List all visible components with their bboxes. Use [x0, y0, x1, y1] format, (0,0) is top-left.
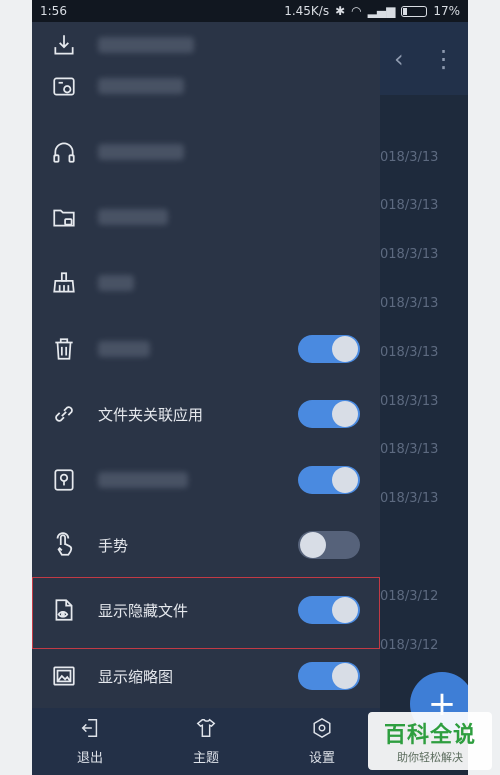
theme-label: 主题	[192, 751, 219, 766]
safe-box-toggle[interactable]	[298, 466, 360, 494]
menu-item-cleaner[interactable]	[32, 254, 380, 312]
background-date: 018/3/13	[380, 198, 439, 213]
blurred-label	[98, 472, 188, 488]
menu-item-folder-association[interactable]: 文件夹关联应用	[32, 385, 380, 443]
link-icon	[50, 400, 78, 428]
watermark-title: 百科全说	[383, 723, 476, 748]
menu-item-label: 显示缩略图	[98, 667, 174, 686]
settings-button[interactable]: 设置	[264, 708, 380, 775]
blurred-label	[98, 37, 194, 53]
menu-item-sd-card[interactable]	[32, 57, 380, 115]
menu-item-gesture[interactable]: 手势	[32, 516, 380, 574]
navigation-drawer: 文件夹关联应用 手势 显示隐藏文件 显示缩略图 退出 主题 设置	[32, 22, 380, 775]
menu-item-recycle-bin[interactable]	[32, 320, 380, 378]
hidden-file-icon	[50, 596, 78, 624]
watermark-logo: 百科全说 助你轻松解决	[368, 712, 492, 770]
menu-item-headphones[interactable]	[32, 123, 380, 181]
background-date: 018/3/13	[380, 394, 439, 409]
recycle-bin-toggle[interactable]	[298, 335, 360, 363]
drawer-bottom-bar: 退出 主题 设置	[32, 708, 380, 775]
exit-button[interactable]: 退出	[32, 708, 148, 775]
gesture-icon	[50, 531, 78, 559]
blurred-label	[98, 341, 150, 357]
background-date: 018/3/12	[380, 589, 439, 604]
menu-item-label: 显示隐藏文件	[98, 601, 189, 620]
battery-percent: 17%	[433, 4, 460, 18]
gear-icon	[311, 717, 333, 743]
background-date: 018/3/13	[380, 247, 439, 262]
menu-item-label: 手势	[98, 536, 129, 555]
background-file-list: ‹ ⋮ 018/3/13 018/3/13 018/3/13 018/3/13 018/…	[380, 22, 468, 775]
background-date: 018/3/12	[380, 638, 439, 653]
menu-item-locked-folder[interactable]	[32, 188, 380, 246]
show-hidden-files-toggle[interactable]	[298, 596, 360, 624]
watermark-subtitle: 助你轻松解决	[397, 751, 463, 764]
blurred-label	[98, 144, 184, 160]
background-date: 018/3/13	[380, 150, 439, 165]
broom-icon	[50, 269, 78, 297]
back-icon[interactable]: ‹	[394, 45, 404, 73]
show-thumbnails-toggle[interactable]	[298, 662, 360, 690]
image-icon	[50, 662, 78, 690]
background-date: 018/3/13	[380, 345, 439, 360]
menu-item-show-thumbnails[interactable]: 显示缩略图	[32, 647, 380, 705]
background-date: 018/3/13	[380, 296, 439, 311]
exit-label: 退出	[76, 751, 103, 766]
background-date: 018/3/13	[380, 491, 439, 506]
sd-card-icon	[50, 72, 78, 100]
blurred-label	[98, 78, 184, 94]
headphones-icon	[50, 138, 78, 166]
exit-icon	[79, 717, 101, 743]
blurred-label	[98, 209, 168, 225]
safe-box-icon	[50, 466, 78, 494]
menu-item-show-hidden-files[interactable]: 显示隐藏文件	[32, 581, 380, 639]
phone-screen: 1:56 1.45K/s ✱ ◠ ▂▄▆ 17% ‹ ⋮ 018/3/13 018…	[32, 0, 468, 775]
locked-folder-icon	[50, 203, 78, 231]
more-icon[interactable]: ⋮	[432, 45, 456, 73]
battery-icon	[401, 5, 428, 17]
settings-label: 设置	[308, 751, 335, 766]
folder-association-toggle[interactable]	[298, 400, 360, 428]
menu-item-safe-box[interactable]	[32, 451, 380, 509]
background-toolbar: ‹ ⋮	[380, 22, 468, 95]
background-date: 018/3/13	[380, 442, 439, 457]
trash-icon	[50, 335, 78, 363]
gesture-toggle[interactable]	[298, 531, 360, 559]
menu-item-label: 文件夹关联应用	[98, 405, 204, 424]
theme-button[interactable]: 主题	[148, 708, 264, 775]
blurred-label	[98, 275, 134, 291]
download-icon	[50, 31, 78, 59]
shirt-icon	[195, 717, 217, 743]
